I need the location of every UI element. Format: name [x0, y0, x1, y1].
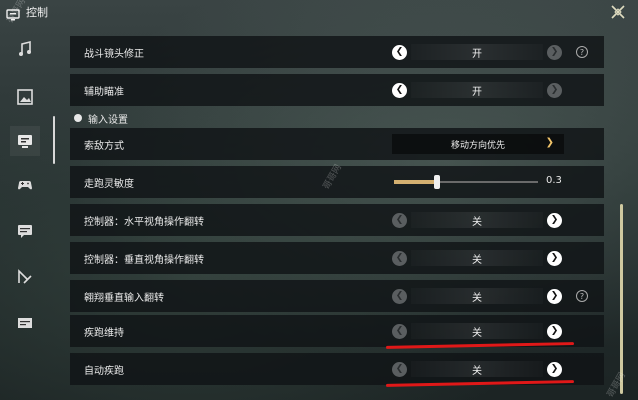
chevron-right-icon: ❯	[550, 84, 559, 95]
arrow-right-button[interactable]: ❯	[547, 82, 562, 98]
setting-label: 走跑灵敏度	[84, 178, 134, 190]
toggle-vertical-invert: ❮ 关 ❯	[392, 249, 562, 267]
active-indicator	[53, 116, 55, 164]
toggle-value: 开	[411, 82, 543, 98]
arrow-left-button[interactable]: ❮	[392, 82, 407, 98]
slider-thumb[interactable]	[434, 175, 441, 189]
arrow-left-button[interactable]: ❮	[392, 361, 407, 377]
toggle-value: 关	[411, 212, 543, 228]
setting-row-targeting: 索敌方式 移动方向优先 ❯	[70, 128, 604, 160]
chevron-right-icon: ❯	[550, 325, 559, 336]
slider-value: 0.3	[546, 175, 562, 186]
picture-icon	[17, 89, 33, 105]
sidebar	[0, 30, 58, 400]
help-button[interactable]: ?	[576, 46, 588, 58]
toggle-value: 关	[411, 250, 543, 266]
arrow-left-button[interactable]: ❮	[392, 250, 407, 266]
chevron-down-icon: ❯	[545, 137, 554, 148]
sidebar-item-controls[interactable]	[10, 126, 40, 156]
music-note-icon	[19, 40, 31, 56]
chevron-right-icon: ❯	[550, 363, 559, 374]
scrollbar[interactable]	[620, 204, 623, 394]
arrow-right-button[interactable]: ❯	[547, 288, 562, 304]
chevron-right-icon: ❯	[550, 214, 559, 225]
setting-row-combat-camera: 战斗镜头修正 ❮ 开 ❯ ?	[70, 36, 604, 68]
sidebar-item-audio[interactable]	[10, 34, 40, 64]
toggle-glide-invert: ❮ 关 ❯	[392, 287, 562, 305]
setting-label: 控制器：垂直视角操作翻转	[84, 254, 204, 266]
chevron-right-icon: ❯	[550, 252, 559, 263]
section-title: 输入设置	[88, 114, 128, 126]
toggle-value: 关	[411, 323, 543, 339]
chevron-left-icon: ❮	[395, 252, 404, 263]
arrow-right-button[interactable]: ❯	[547, 44, 562, 60]
setting-row-horizontal-invert: 控制器：水平视角操作翻转 ❮ 关 ❯	[70, 204, 604, 236]
dropdown-value: 移动方向优先	[450, 140, 505, 151]
pin-icon	[74, 114, 82, 122]
setting-row-vertical-invert: 控制器：垂直视角操作翻转 ❮ 关 ❯	[70, 242, 604, 274]
sensitivity-slider[interactable]	[394, 175, 538, 189]
sidebar-item-graphics[interactable]	[10, 82, 40, 112]
chevron-left-icon: ❮	[395, 325, 404, 336]
chevron-left-icon: ❮	[395, 214, 404, 225]
monitor-icon	[18, 135, 32, 148]
chevron-right-icon: ❯	[550, 290, 559, 301]
chevron-left-icon: ❮	[395, 363, 404, 374]
setting-row-glide-invert: 翱翔垂直输入翻转 ❮ 关 ❯ ?	[70, 280, 604, 312]
toggle-horizontal-invert: ❮ 关 ❯	[392, 211, 562, 229]
gamepad-icon	[18, 181, 32, 190]
chat-icon	[18, 225, 32, 238]
toggle-value: 关	[411, 288, 543, 304]
arrow-left-button[interactable]: ❮	[392, 323, 407, 339]
toggle-auto-sprint: ❮ 关 ❯	[392, 360, 562, 378]
setting-label: 战斗镜头修正	[84, 48, 144, 60]
sidebar-item-keyboard[interactable]	[10, 308, 40, 338]
help-button[interactable]: ?	[576, 290, 588, 302]
sidebar-item-cursor[interactable]	[10, 262, 40, 292]
arrow-left-button[interactable]: ❮	[392, 212, 407, 228]
arrow-right-button[interactable]: ❯	[547, 250, 562, 266]
sidebar-item-chat[interactable]	[10, 216, 40, 246]
setting-label: 控制器：水平视角操作翻转	[84, 216, 204, 228]
setting-label: 自动疾跑	[84, 365, 124, 377]
arrow-right-button[interactable]: ❯	[547, 323, 562, 339]
chevron-right-icon: ❯	[550, 46, 559, 57]
close-button[interactable]	[608, 2, 628, 22]
targeting-dropdown[interactable]: 移动方向优先 ❯	[392, 134, 564, 154]
close-icon	[611, 5, 625, 19]
setting-label: 辅助瞄准	[84, 86, 124, 98]
cursor-pencil-icon	[18, 269, 32, 284]
toggle-value: 关	[411, 361, 543, 377]
keyboard-icon	[18, 318, 32, 328]
top-bar: 控制	[0, 0, 638, 24]
arrow-right-button[interactable]: ❯	[547, 212, 562, 228]
arrow-left-button[interactable]: ❮	[392, 288, 407, 304]
setting-label: 索敌方式	[84, 140, 124, 152]
sidebar-item-gamepad[interactable]	[10, 170, 40, 200]
chevron-left-icon: ❮	[395, 46, 404, 57]
toggle-combat-camera: ❮ 开 ❯	[392, 43, 562, 61]
setting-label: 疾跑维持	[84, 327, 124, 339]
chevron-left-icon: ❮	[395, 84, 404, 95]
arrow-right-button[interactable]: ❯	[547, 361, 562, 377]
section-header-input: 输入设置	[70, 109, 604, 127]
setting-row-aim-assist: 辅助瞄准 ❮ 开 ❯	[70, 74, 604, 106]
toggle-aim-assist: ❮ 开 ❯	[392, 81, 562, 99]
arrow-left-button[interactable]: ❮	[392, 44, 407, 60]
setting-label: 翱翔垂直输入翻转	[84, 292, 164, 304]
slider-fill	[394, 180, 438, 184]
chevron-left-icon: ❮	[395, 290, 404, 301]
toggle-sprint-hold: ❮ 关 ❯	[392, 322, 562, 340]
page-title: 控制	[26, 6, 48, 19]
toggle-value: 开	[411, 44, 543, 60]
